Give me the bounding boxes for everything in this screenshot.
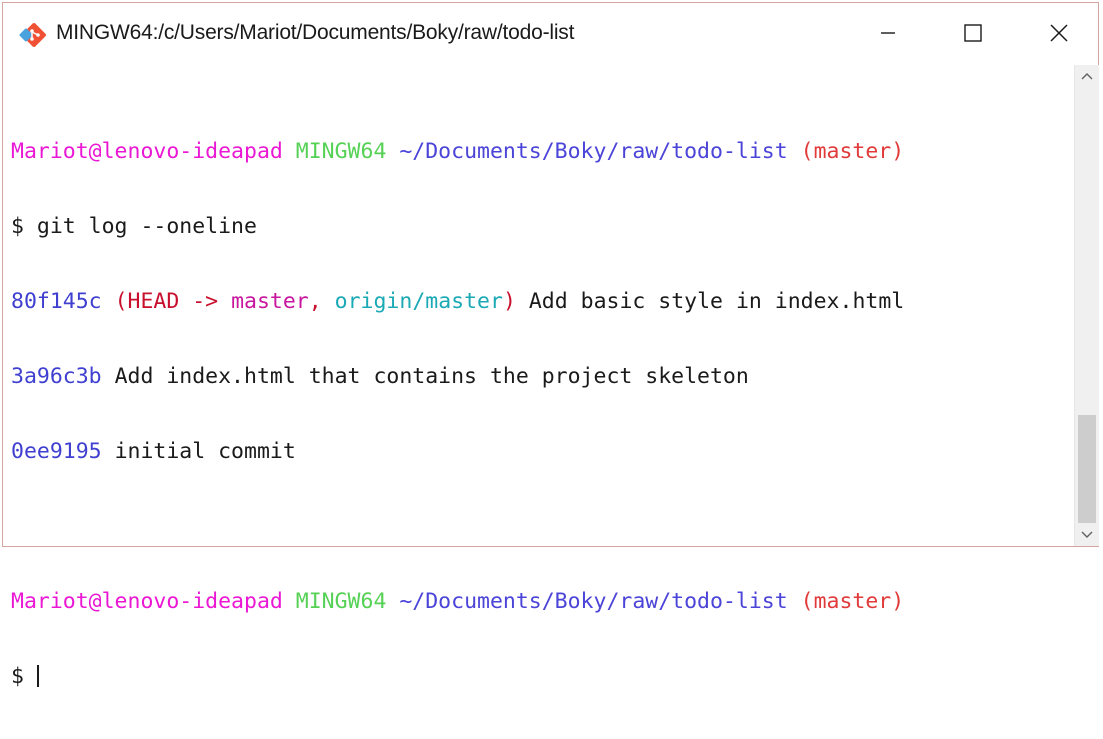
minimize-button[interactable] [858, 11, 918, 55]
prompt-line: Mariot@lenovo-ideapad MINGW64 ~/Document… [11, 589, 904, 614]
ref-paren-close: ) [502, 289, 516, 314]
commit-hash: 0ee9195 [11, 439, 102, 464]
scroll-thumb[interactable] [1078, 415, 1096, 523]
head-ref: HEAD -> [127, 289, 219, 314]
close-button[interactable] [1029, 11, 1089, 55]
scroll-up-button[interactable] [1075, 65, 1099, 87]
input-prompt: $ [11, 664, 37, 689]
window-title: MINGW64:/c/Users/Mariot/Documents/Boky/r… [56, 21, 575, 44]
commit-hash: 3a96c3b [11, 364, 102, 389]
ref-paren-open: ( [114, 289, 128, 314]
prompt-branch: (master) [800, 139, 905, 164]
terminal-window: MINGW64:/c/Users/Mariot/Documents/Boky/r… [2, 2, 1099, 689]
terminal-output[interactable]: Mariot@lenovo-ideapad MINGW64 ~/Document… [3, 65, 1074, 689]
commit-message: initial commit [114, 439, 296, 464]
prompt-user: Mariot@lenovo-ideapad [11, 589, 283, 614]
ref-comma: , [308, 289, 322, 314]
text-cursor [36, 665, 39, 687]
remote-ref: origin/master [334, 289, 503, 314]
commit-message: Add basic style in index.html [528, 289, 905, 314]
log-entry: 3a96c3b Add index.html that contains the… [11, 364, 904, 389]
branch-ref: master [231, 289, 309, 314]
git-icon[interactable] [17, 22, 51, 48]
prompt-line: Mariot@lenovo-ideapad MINGW64 ~/Document… [11, 139, 904, 164]
commit-message: Add index.html that contains the project… [114, 364, 749, 389]
prompt-branch: (master) [800, 589, 905, 614]
prompt-host: MINGW64 [295, 139, 387, 164]
maximize-button[interactable] [943, 11, 1003, 55]
command-line: $ git log --oneline [11, 214, 257, 239]
prompt-path: ~/Documents/Boky/raw/todo-list [399, 589, 788, 614]
scroll-down-button[interactable] [1075, 524, 1099, 546]
commit-hash: 80f145c [11, 289, 102, 314]
maximize-icon [963, 23, 983, 43]
prompt-user: Mariot@lenovo-ideapad [11, 139, 283, 164]
close-icon [1049, 23, 1069, 43]
prompt-host: MINGW64 [295, 589, 387, 614]
chevron-down-icon [1081, 526, 1093, 544]
input-line[interactable]: $ [11, 664, 904, 689]
minimize-icon [879, 24, 897, 42]
prompt-path: ~/Documents/Boky/raw/todo-list [399, 139, 788, 164]
log-entry: 0ee9195 initial commit [11, 439, 904, 464]
client-area: Mariot@lenovo-ideapad MINGW64 ~/Document… [3, 65, 1099, 689]
chevron-up-icon [1081, 67, 1093, 85]
title-bar[interactable]: MINGW64:/c/Users/Mariot/Documents/Boky/r… [3, 3, 1098, 65]
log-entry: 80f145c (HEAD -> master, origin/master) … [11, 289, 904, 314]
vertical-scrollbar[interactable] [1074, 65, 1099, 546]
